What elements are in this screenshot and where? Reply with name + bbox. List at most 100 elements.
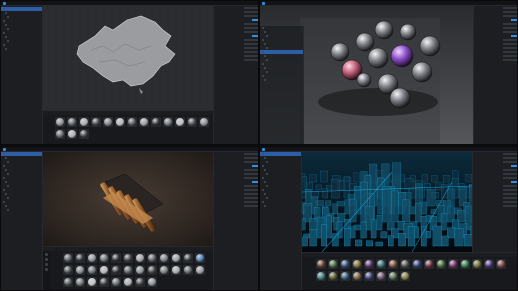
material-thumbnail[interactable]: [460, 259, 470, 269]
material-thumbnail[interactable]: [171, 253, 181, 263]
material-thumbnail[interactable]: [55, 129, 65, 139]
material-thumbnail[interactable]: [55, 117, 65, 127]
material-thumbnail[interactable]: [75, 253, 85, 263]
material-thumbnail[interactable]: [63, 265, 73, 275]
viewport-canvas[interactable]: [43, 6, 213, 110]
property-field[interactable]: [503, 30, 517, 34]
material-thumbnail[interactable]: [195, 253, 205, 263]
property-row[interactable]: [473, 204, 517, 208]
material-thumbnail[interactable]: [75, 265, 85, 275]
viewport-canvas[interactable]: [43, 152, 213, 246]
material-thumbnail[interactable]: [79, 117, 89, 127]
color-swatch[interactable]: [252, 18, 258, 22]
property-field[interactable]: [503, 54, 517, 58]
material-thumbnail[interactable]: [364, 271, 374, 281]
tree-item[interactable]: [260, 78, 303, 82]
material-thumbnail[interactable]: [400, 271, 410, 281]
property-field[interactable]: [244, 204, 258, 208]
material-thumbnail[interactable]: [171, 265, 181, 275]
property-field[interactable]: [244, 176, 258, 180]
property-field[interactable]: [244, 188, 258, 192]
color-swatch[interactable]: [511, 164, 517, 168]
property-field[interactable]: [244, 192, 258, 196]
property-field[interactable]: [503, 50, 517, 54]
viewport-city[interactable]: [302, 152, 472, 252]
material-thumbnail[interactable]: [99, 277, 109, 287]
property-field[interactable]: [503, 200, 517, 204]
property-field[interactable]: [244, 50, 258, 54]
material-thumbnail[interactable]: [67, 129, 77, 139]
property-field[interactable]: [244, 22, 258, 26]
property-field[interactable]: [503, 6, 517, 10]
material-thumbnail[interactable]: [195, 265, 205, 275]
property-field[interactable]: [244, 26, 258, 30]
material-thumbnail[interactable]: [472, 259, 482, 269]
property-field[interactable]: [244, 168, 258, 172]
material-thumbnail[interactable]: [135, 253, 145, 263]
material-thumbnail[interactable]: [187, 117, 197, 127]
material-thumbnail[interactable]: [123, 277, 133, 287]
property-field[interactable]: [503, 204, 517, 208]
material-thumbnail[interactable]: [400, 259, 410, 269]
property-field[interactable]: [503, 172, 517, 176]
material-thumbnail[interactable]: [175, 117, 185, 127]
property-field[interactable]: [503, 152, 517, 156]
property-field[interactable]: [244, 6, 258, 10]
tree-item[interactable]: [1, 208, 42, 212]
material-thumbnail[interactable]: [123, 265, 133, 275]
property-field[interactable]: [503, 22, 517, 26]
material-thumbnail[interactable]: [328, 259, 338, 269]
property-field[interactable]: [244, 42, 258, 46]
material-thumbnail[interactable]: [147, 265, 157, 275]
material-thumbnail[interactable]: [388, 259, 398, 269]
property-field[interactable]: [244, 196, 258, 200]
material-thumbnail[interactable]: [79, 129, 89, 139]
material-thumbnail[interactable]: [448, 259, 458, 269]
material-thumbnail[interactable]: [340, 259, 350, 269]
material-thumbnail[interactable]: [63, 277, 73, 287]
property-row[interactable]: [214, 58, 258, 62]
material-thumbnail[interactable]: [436, 259, 446, 269]
material-thumbnail[interactable]: [328, 271, 338, 281]
property-field[interactable]: [503, 38, 517, 42]
material-thumbnail[interactable]: [376, 259, 386, 269]
property-field[interactable]: [503, 160, 517, 164]
property-row[interactable]: [474, 58, 517, 62]
material-thumbnail[interactable]: [135, 277, 145, 287]
material-thumbnail[interactable]: [111, 277, 121, 287]
material-thumbnail[interactable]: [63, 253, 73, 263]
material-thumbnail[interactable]: [424, 259, 434, 269]
material-thumbnail[interactable]: [183, 253, 193, 263]
material-thumbnail[interactable]: [99, 253, 109, 263]
property-field[interactable]: [503, 176, 517, 180]
property-field[interactable]: [503, 192, 517, 196]
property-field[interactable]: [244, 184, 258, 188]
property-field[interactable]: [503, 184, 517, 188]
property-field[interactable]: [244, 10, 258, 14]
material-thumbnail[interactable]: [412, 259, 422, 269]
property-field[interactable]: [244, 200, 258, 204]
material-thumbnail[interactable]: [87, 277, 97, 287]
color-swatch[interactable]: [511, 34, 517, 38]
tree-item[interactable]: [1, 47, 42, 51]
color-swatch[interactable]: [252, 34, 258, 38]
property-field[interactable]: [503, 46, 517, 50]
material-thumbnail[interactable]: [496, 259, 506, 269]
property-field[interactable]: [244, 152, 258, 156]
material-thumbnail[interactable]: [87, 253, 97, 263]
material-thumbnail[interactable]: [388, 271, 398, 281]
material-thumbnail[interactable]: [139, 117, 149, 127]
material-thumbnail[interactable]: [340, 271, 350, 281]
material-thumbnail[interactable]: [91, 117, 101, 127]
property-field[interactable]: [244, 160, 258, 164]
property-field[interactable]: [244, 172, 258, 176]
property-field[interactable]: [244, 156, 258, 160]
property-field[interactable]: [503, 188, 517, 192]
color-swatch[interactable]: [511, 18, 517, 22]
material-thumbnail[interactable]: [87, 265, 97, 275]
property-field[interactable]: [244, 14, 258, 18]
color-swatch[interactable]: [252, 164, 258, 168]
property-row[interactable]: [214, 204, 258, 208]
property-field[interactable]: [503, 156, 517, 160]
material-thumbnail[interactable]: [135, 265, 145, 275]
